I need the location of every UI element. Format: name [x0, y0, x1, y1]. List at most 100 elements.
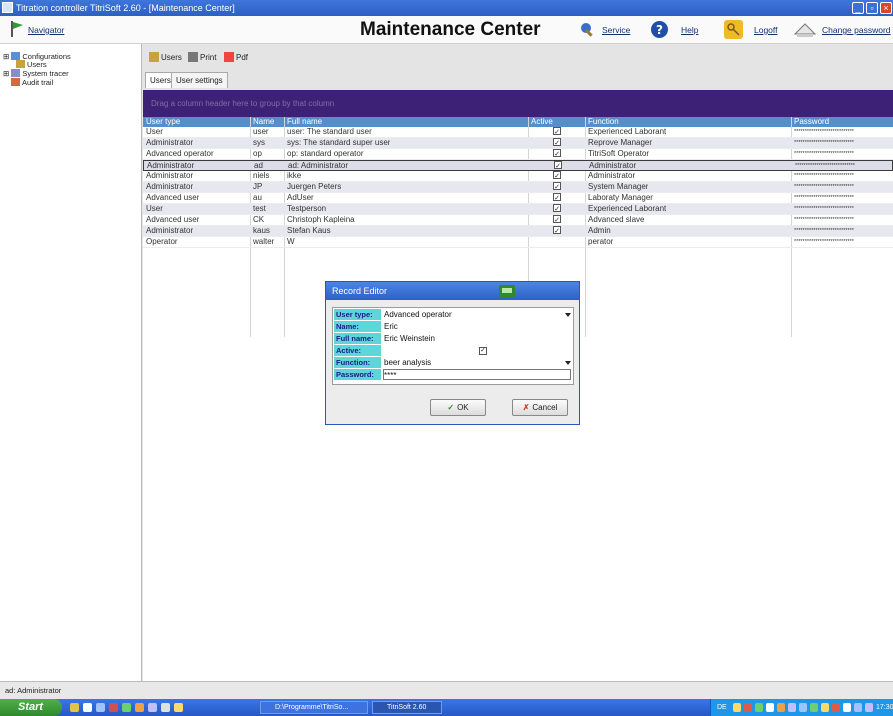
help-icon[interactable]: ?	[650, 20, 669, 39]
quicklaunch-icon[interactable]	[148, 703, 157, 712]
col-full-name[interactable]: Full name	[287, 117, 322, 127]
active-checkbox[interactable]: ✓	[553, 127, 561, 135]
table-row[interactable]: User user user: The standard user ✓ Experien…	[143, 127, 893, 138]
navigator-icon[interactable]	[10, 21, 24, 37]
tray-icon[interactable]	[810, 703, 818, 712]
active-checkbox[interactable]: ✓	[553, 204, 561, 212]
print-button[interactable]: Print	[188, 52, 216, 64]
table-row[interactable]: Advanced user CK Christoph Kapleina ✓ Advanc…	[143, 215, 893, 226]
dialog-title: Record Editor	[332, 286, 388, 296]
active-checkbox[interactable]: ✓	[553, 215, 561, 223]
active-checkbox[interactable]: ✓	[553, 182, 561, 190]
taskbar-item-explorer[interactable]: D:\Programme\TitriSo...	[260, 701, 368, 714]
help-link[interactable]: Help	[681, 25, 698, 35]
col-function[interactable]: Function	[588, 117, 619, 127]
quicklaunch-icon[interactable]	[174, 703, 183, 712]
quicklaunch-icon[interactable]	[109, 703, 118, 712]
table-row[interactable]: Administrator niels ikke ✓ Administrator ****…	[143, 171, 893, 182]
dialog-action-icon[interactable]	[499, 285, 515, 297]
quicklaunch-icon[interactable]	[122, 703, 131, 712]
tray-icon[interactable]	[821, 703, 829, 712]
tray-icon[interactable]	[755, 703, 763, 712]
active-checkbox[interactable]: ✓	[553, 149, 561, 157]
close-icon[interactable]: ×	[880, 2, 892, 14]
service-link[interactable]: Service	[602, 25, 630, 35]
pdf-icon	[224, 52, 234, 62]
ok-button[interactable]: ✓ OK	[430, 399, 486, 416]
record-editor-dialog: Record Editor User type: Advanced operat…	[325, 281, 580, 425]
tree-item-system-tracer[interactable]: ⊞ System tracer	[3, 69, 69, 78]
start-button[interactable]: Start	[0, 699, 62, 716]
minimize-icon[interactable]: _	[852, 2, 864, 14]
tray-icon[interactable]	[843, 703, 851, 712]
table-row[interactable]: Administrator kaus Stefan Kaus ✓ Admin ******…	[143, 226, 893, 237]
password-label: Password:	[334, 369, 381, 380]
user-type-select[interactable]: Advanced operator	[384, 309, 574, 320]
tray-icon[interactable]	[777, 703, 785, 712]
table-row[interactable]: Operator walter Wperator ******************…	[143, 237, 893, 248]
full-name-field[interactable]: Eric Weinstein	[384, 333, 435, 344]
change-password-link[interactable]: Change password	[822, 25, 891, 35]
window-titlebar[interactable]: Titration controller TitriSoft 2.60 - [M…	[0, 0, 893, 16]
active-checkbox[interactable]: ✓	[553, 138, 561, 146]
table-row[interactable]: Administrator ad ad: Administrator ✓ Adminis…	[143, 160, 893, 171]
tray-icon[interactable]	[854, 703, 862, 712]
tray-icon[interactable]	[832, 703, 840, 712]
chevron-down-icon[interactable]	[565, 313, 571, 317]
col-user-type[interactable]: User type	[146, 117, 180, 127]
language-indicator[interactable]: DE	[717, 699, 727, 716]
tab-user-settings[interactable]: User settings	[171, 72, 228, 88]
group-by-bar[interactable]: Drag a column header here to group by th…	[143, 90, 893, 117]
table-row[interactable]: User test Testperson ✓ Experienced Laborant *…	[143, 204, 893, 215]
logoff-link[interactable]: Logoff	[754, 25, 777, 35]
password-field[interactable]: ****	[383, 369, 571, 380]
tray-icon[interactable]	[788, 703, 796, 712]
tray-icon[interactable]	[865, 703, 873, 712]
table-row[interactable]: Advanced user au AdUser ✓ Laboraty Manager **…	[143, 193, 893, 204]
table-cell: Testperson	[287, 204, 327, 213]
taskbar-item-titrisoft[interactable]: TitriSoft 2.60	[372, 701, 442, 714]
active-checkbox[interactable]: ✓	[553, 171, 561, 179]
col-name[interactable]: Name	[253, 117, 274, 127]
key-icon[interactable]	[724, 20, 743, 39]
svg-text:?: ?	[656, 23, 663, 37]
service-icon[interactable]	[578, 20, 597, 39]
tray-icon[interactable]	[744, 703, 752, 712]
dialog-titlebar[interactable]: Record Editor	[326, 282, 579, 300]
col-password[interactable]: Password	[794, 117, 829, 127]
quicklaunch-icon[interactable]	[83, 703, 92, 712]
table-cell: TitriSoft Operator	[588, 149, 650, 158]
name-field[interactable]: Eric	[384, 321, 398, 332]
tree-item-audit-trail[interactable]: Audit trail	[11, 78, 53, 87]
tree-item-users[interactable]: Users	[16, 60, 47, 69]
maximize-icon[interactable]: ▫	[866, 2, 878, 14]
quicklaunch-icon[interactable]	[96, 703, 105, 712]
table-cell: sys: The standard super user	[287, 138, 391, 147]
cancel-button[interactable]: ✗ Cancel	[512, 399, 568, 416]
table-row[interactable]: Advanced operator op op: standard operator…	[143, 149, 893, 160]
user-type-label: User type:	[334, 309, 381, 320]
quicklaunch-icon[interactable]	[161, 703, 170, 712]
active-checkbox[interactable]: ✓	[553, 226, 561, 234]
quicklaunch-icon[interactable]	[135, 703, 144, 712]
chevron-down-icon[interactable]	[565, 361, 571, 365]
pdf-button[interactable]: Pdf	[224, 52, 248, 64]
quicklaunch-icon[interactable]	[70, 703, 79, 712]
active-checkbox[interactable]: ✓	[479, 347, 487, 355]
users-button[interactable]: Users	[149, 52, 182, 64]
table-cell: Advanced user	[146, 193, 200, 202]
tray-icon[interactable]	[766, 703, 774, 712]
app-header: Navigator Maintenance Center Service ? H…	[0, 16, 893, 44]
tray-icon[interactable]	[799, 703, 807, 712]
table-row[interactable]: Administrator JP Juergen Peters ✓ System Man…	[143, 182, 893, 193]
active-checkbox[interactable]: ✓	[554, 161, 562, 169]
col-active[interactable]: Active	[531, 117, 553, 127]
active-checkbox[interactable]: ✓	[553, 193, 561, 201]
table-cell: Experienced Laborant	[588, 127, 667, 136]
function-select[interactable]: beer analysis	[384, 357, 574, 368]
tray-icon[interactable]	[733, 703, 741, 712]
change-password-icon[interactable]	[793, 20, 817, 39]
navigator-link[interactable]: Navigator	[28, 25, 64, 35]
table-cell: perator	[588, 237, 614, 246]
table-row[interactable]: Administrator sys sys: The standard super …	[143, 138, 893, 149]
